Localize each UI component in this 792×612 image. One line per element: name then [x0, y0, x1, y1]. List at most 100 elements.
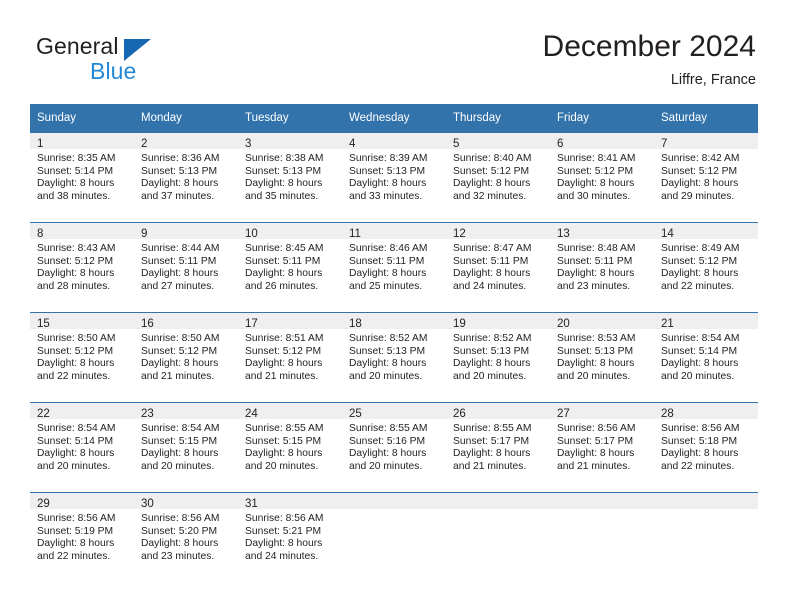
- day-details: Sunrise: 8:46 AM Sunset: 5:11 PM Daylight:…: [342, 239, 446, 293]
- daylight-text-line2: and 30 minutes.: [557, 190, 631, 202]
- general-blue-logo[interactable]: General Blue: [36, 33, 256, 89]
- daylight-text-line2: and 28 minutes.: [37, 280, 111, 292]
- daylight-text-line2: and 20 minutes.: [349, 460, 423, 472]
- daylight-text-line1: Daylight: 8 hours: [661, 268, 739, 280]
- day-cell[interactable]: 18 Sunrise: 8:52 AM Sunset: 5:13 PM Dayligh…: [342, 312, 446, 402]
- daylight-text-line2: and 20 minutes.: [557, 370, 631, 382]
- sunrise-text: Sunrise: 8:48 AM: [557, 243, 636, 254]
- day-cell[interactable]: 4 Sunrise: 8:39 AM Sunset: 5:13 PM Daylight…: [342, 132, 446, 222]
- day-details: Sunrise: 8:55 AM Sunset: 5:15 PM Daylight:…: [238, 419, 342, 473]
- day-cell[interactable]: 19 Sunrise: 8:52 AM Sunset: 5:13 PM Dayligh…: [446, 312, 550, 402]
- day-details: Sunrise: 8:56 AM Sunset: 5:18 PM Daylight:…: [654, 419, 758, 473]
- day-cell[interactable]: 25 Sunrise: 8:55 AM Sunset: 5:16 PM Dayligh…: [342, 402, 446, 492]
- sunset-text: Sunset: 5:21 PM: [245, 525, 322, 537]
- title-block: December 2024 Liffre, France: [543, 28, 756, 90]
- weekday-header-monday: Monday: [134, 104, 238, 132]
- daylight-text-line1: Daylight: 8 hours: [349, 178, 427, 190]
- day-cell[interactable]: 23 Sunrise: 8:54 AM Sunset: 5:15 PM Dayligh…: [134, 402, 238, 492]
- sunset-text: Sunset: 5:11 PM: [245, 255, 321, 267]
- sunrise-text: Sunrise: 8:36 AM: [141, 153, 220, 164]
- day-cell[interactable]: 20 Sunrise: 8:53 AM Sunset: 5:13 PM Dayligh…: [550, 312, 654, 402]
- day-details: Sunrise: 8:45 AM Sunset: 5:11 PM Daylight:…: [238, 239, 342, 293]
- day-number: 1: [37, 138, 44, 150]
- day-cell[interactable]: 3 Sunrise: 8:38 AM Sunset: 5:13 PM Daylight…: [238, 132, 342, 222]
- sunset-text: Sunset: 5:18 PM: [661, 435, 738, 447]
- day-number: 6: [557, 138, 564, 150]
- sunrise-text: Sunrise: 8:43 AM: [37, 243, 116, 254]
- sunset-text: Sunset: 5:14 PM: [37, 435, 114, 447]
- day-number: 29: [37, 498, 50, 510]
- day-cell[interactable]: 1 Sunrise: 8:35 AM Sunset: 5:14 PM Daylight…: [30, 132, 134, 222]
- day-details: Sunrise: 8:44 AM Sunset: 5:11 PM Daylight:…: [134, 239, 238, 293]
- day-cell[interactable]: 31 Sunrise: 8:56 AM Sunset: 5:21 PM Dayligh…: [238, 492, 342, 582]
- week-row: 22 Sunrise: 8:54 AM Sunset: 5:14 PM Dayligh…: [30, 402, 758, 492]
- day-details: Sunrise: 8:49 AM Sunset: 5:12 PM Daylight:…: [654, 239, 758, 293]
- day-cell[interactable]: 26 Sunrise: 8:55 AM Sunset: 5:17 PM Dayligh…: [446, 402, 550, 492]
- daylight-text-line2: and 37 minutes.: [141, 190, 215, 202]
- daylight-text-line1: Daylight: 8 hours: [141, 358, 219, 370]
- brand-name-general: General: [36, 33, 119, 59]
- sunset-text: Sunset: 5:16 PM: [349, 435, 426, 447]
- day-cell[interactable]: 27 Sunrise: 8:56 AM Sunset: 5:17 PM Dayligh…: [550, 402, 654, 492]
- day-number: 27: [557, 408, 570, 420]
- sunrise-text: Sunrise: 8:55 AM: [453, 423, 532, 434]
- day-cell[interactable]: 16 Sunrise: 8:50 AM Sunset: 5:12 PM Dayligh…: [134, 312, 238, 402]
- day-cell[interactable]: 28 Sunrise: 8:56 AM Sunset: 5:18 PM Dayligh…: [654, 402, 758, 492]
- sunset-text: Sunset: 5:13 PM: [453, 345, 530, 357]
- day-cell[interactable]: 14 Sunrise: 8:49 AM Sunset: 5:12 PM Dayligh…: [654, 222, 758, 312]
- daylight-text-line2: and 23 minutes.: [141, 550, 215, 562]
- daylight-text-line2: and 24 minutes.: [245, 550, 319, 562]
- sunrise-text: Sunrise: 8:46 AM: [349, 243, 428, 254]
- day-cell[interactable]: 17 Sunrise: 8:51 AM Sunset: 5:12 PM Dayligh…: [238, 312, 342, 402]
- daylight-text-line2: and 20 minutes.: [349, 370, 423, 382]
- sunrise-text: Sunrise: 8:56 AM: [661, 423, 740, 434]
- day-cell[interactable]: 9 Sunrise: 8:44 AM Sunset: 5:11 PM Daylight…: [134, 222, 238, 312]
- daylight-text-line2: and 21 minutes.: [141, 370, 215, 382]
- day-number: 30: [141, 498, 154, 510]
- day-cell[interactable]: 6 Sunrise: 8:41 AM Sunset: 5:12 PM Daylight…: [550, 132, 654, 222]
- daylight-text-line2: and 22 minutes.: [661, 460, 735, 472]
- day-cell[interactable]: 15 Sunrise: 8:50 AM Sunset: 5:12 PM Dayligh…: [30, 312, 134, 402]
- day-cell[interactable]: 7 Sunrise: 8:42 AM Sunset: 5:12 PM Daylight…: [654, 132, 758, 222]
- sunset-text: Sunset: 5:19 PM: [37, 525, 114, 537]
- day-cell[interactable]: 22 Sunrise: 8:54 AM Sunset: 5:14 PM Dayligh…: [30, 402, 134, 492]
- sunrise-text: Sunrise: 8:54 AM: [141, 423, 220, 434]
- daylight-text-line2: and 29 minutes.: [661, 190, 735, 202]
- day-cell[interactable]: 5 Sunrise: 8:40 AM Sunset: 5:12 PM Daylight…: [446, 132, 550, 222]
- page-title: December 2024: [542, 30, 756, 63]
- page-header: General Blue December 2024 Liffre, Franc…: [0, 0, 792, 104]
- sunrise-text: Sunrise: 8:41 AM: [557, 153, 636, 164]
- day-cell[interactable]: 30 Sunrise: 8:56 AM Sunset: 5:20 PM Dayligh…: [134, 492, 238, 582]
- daylight-text-line1: Daylight: 8 hours: [661, 448, 739, 460]
- day-number: 9: [141, 228, 148, 240]
- sunset-text: Sunset: 5:11 PM: [349, 255, 425, 267]
- day-details: Sunrise: 8:40 AM Sunset: 5:12 PM Daylight:…: [446, 149, 550, 203]
- day-cell[interactable]: 2 Sunrise: 8:36 AM Sunset: 5:13 PM Daylight…: [134, 132, 238, 222]
- daylight-text-line1: Daylight: 8 hours: [245, 268, 323, 280]
- day-number: 15: [37, 318, 50, 330]
- daylight-text-line2: and 33 minutes.: [349, 190, 423, 202]
- day-cell[interactable]: 8 Sunrise: 8:43 AM Sunset: 5:12 PM Daylight…: [30, 222, 134, 312]
- weekday-header-friday: Friday: [550, 104, 654, 132]
- daylight-text-line1: Daylight: 8 hours: [661, 178, 739, 190]
- day-cell[interactable]: 12 Sunrise: 8:47 AM Sunset: 5:11 PM Dayligh…: [446, 222, 550, 312]
- day-cell[interactable]: 29 Sunrise: 8:56 AM Sunset: 5:19 PM Dayligh…: [30, 492, 134, 582]
- sunrise-text: Sunrise: 8:52 AM: [349, 333, 428, 344]
- sunrise-text: Sunrise: 8:38 AM: [245, 153, 324, 164]
- daylight-text-line1: Daylight: 8 hours: [349, 358, 427, 370]
- day-cell[interactable]: 13 Sunrise: 8:48 AM Sunset: 5:11 PM Dayligh…: [550, 222, 654, 312]
- week-row: 29 Sunrise: 8:56 AM Sunset: 5:19 PM Dayligh…: [30, 492, 758, 582]
- day-cell[interactable]: 10 Sunrise: 8:45 AM Sunset: 5:11 PM Dayligh…: [238, 222, 342, 312]
- day-details: Sunrise: 8:47 AM Sunset: 5:11 PM Daylight:…: [446, 239, 550, 293]
- daylight-text-line2: and 20 minutes.: [37, 460, 111, 472]
- day-cell[interactable]: 24 Sunrise: 8:55 AM Sunset: 5:15 PM Dayligh…: [238, 402, 342, 492]
- sunset-text: Sunset: 5:12 PM: [37, 255, 114, 267]
- day-cell[interactable]: 21 Sunrise: 8:54 AM Sunset: 5:14 PM Dayligh…: [654, 312, 758, 402]
- day-details: Sunrise: 8:54 AM Sunset: 5:14 PM Daylight:…: [30, 419, 134, 473]
- day-cell[interactable]: 11 Sunrise: 8:46 AM Sunset: 5:11 PM Dayligh…: [342, 222, 446, 312]
- sunset-text: Sunset: 5:12 PM: [661, 255, 738, 267]
- sunset-text: Sunset: 5:13 PM: [557, 345, 634, 357]
- daylight-text-line1: Daylight: 8 hours: [141, 268, 219, 280]
- daylight-text-line2: and 21 minutes.: [245, 370, 319, 382]
- day-details: Sunrise: 8:36 AM Sunset: 5:13 PM Daylight:…: [134, 149, 238, 203]
